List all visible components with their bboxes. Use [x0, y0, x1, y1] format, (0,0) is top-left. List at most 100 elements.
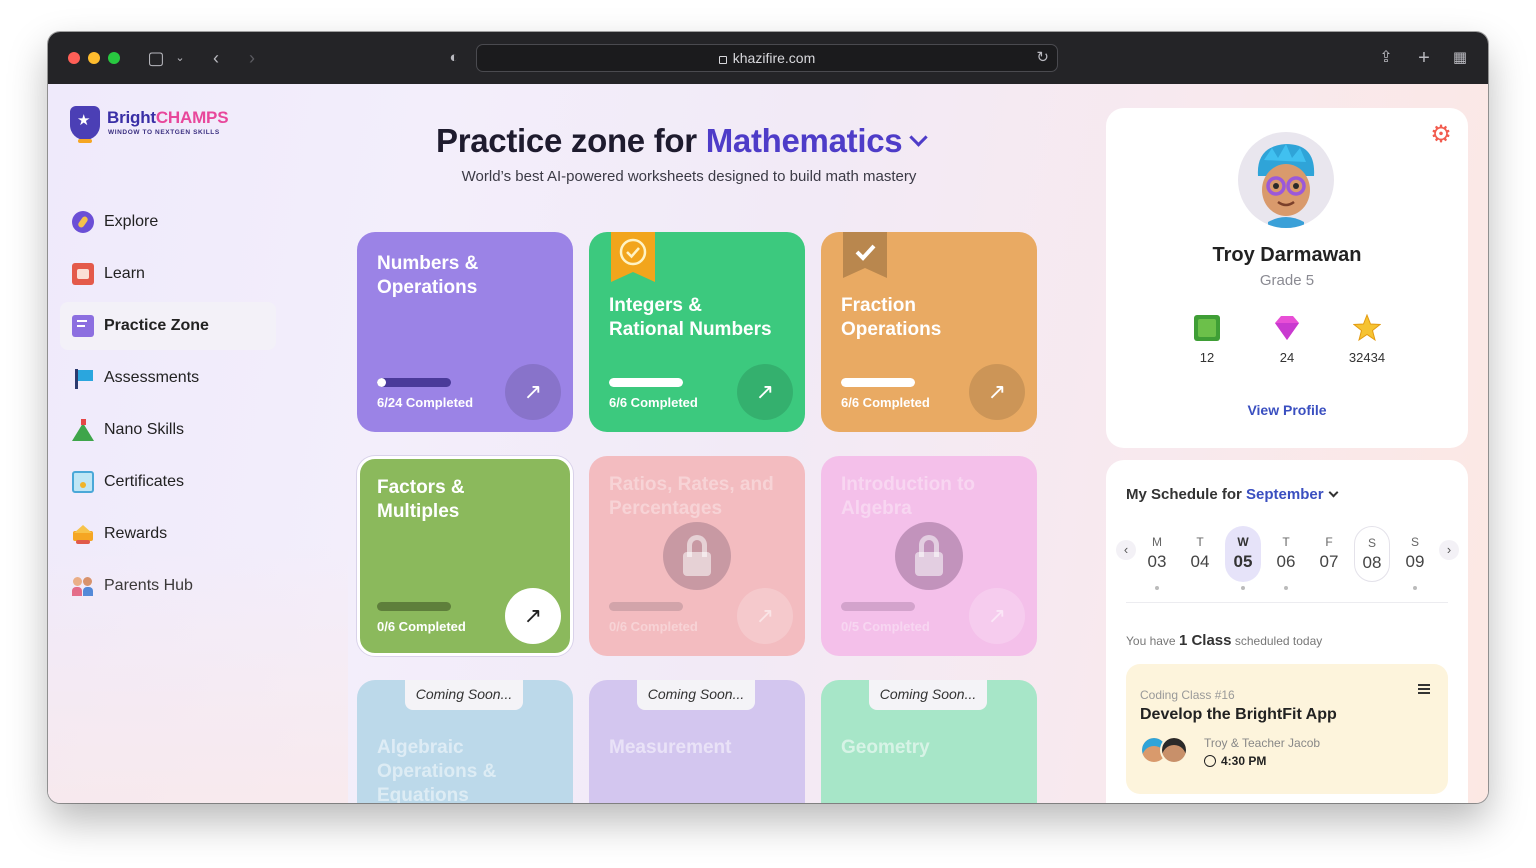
topic-card-geometry: Coming Soon... Geometry — [821, 680, 1037, 803]
progress-fill — [377, 378, 386, 387]
address-bar[interactable]: khazifire.com ↻ — [476, 44, 1058, 72]
sidebar-item-certificates[interactable]: Certificates — [60, 458, 276, 506]
day-friday[interactable]: F 07 — [1311, 526, 1347, 582]
day-number: 07 — [1319, 552, 1339, 571]
logo-name-part1: Bright — [107, 108, 156, 127]
open-topic-button[interactable]: ↗ — [969, 364, 1025, 420]
progress-text: 0/6 Completed — [377, 619, 466, 634]
sidebar-item-nano-skills[interactable]: Nano Skills — [60, 406, 276, 454]
close-window-button[interactable] — [68, 52, 80, 64]
share-icon[interactable]: ⇪ — [1374, 46, 1398, 70]
chevron-left-icon: ‹ — [1123, 542, 1129, 557]
arrow-up-right-icon: ↗ — [987, 379, 1007, 404]
profile-grade: Grade 5 — [1259, 272, 1315, 289]
open-topic-button[interactable]: ↗ — [737, 364, 793, 420]
topic-card-title-line: Factors & — [377, 477, 465, 498]
class-card[interactable]: Coding Class #16 Develop the BrightFit A… — [1126, 664, 1448, 794]
sidebar-item-assessments[interactable]: Assessments — [60, 354, 276, 402]
topic-card-title-line: Equations — [377, 785, 469, 803]
progress-bar — [377, 378, 451, 387]
schedule-title-prefix: My Schedule for — [1126, 486, 1242, 503]
class-dot — [1284, 586, 1288, 590]
stat-value: 32434 — [1348, 350, 1386, 365]
parents-icon — [72, 575, 94, 597]
back-icon[interactable]: ‹ — [204, 46, 228, 70]
class-label: Coding Class #16 — [1140, 688, 1235, 702]
day-number: 04 — [1190, 552, 1210, 571]
prev-week-button[interactable]: ‹ — [1116, 540, 1136, 560]
day-tuesday[interactable]: T 04 — [1182, 526, 1218, 582]
sidebar-item-rewards[interactable]: Rewards — [60, 510, 276, 558]
zoom-window-button[interactable] — [108, 52, 120, 64]
open-topic-button[interactable]: ↗ — [505, 588, 561, 644]
class-time: 4:30 PM — [1204, 754, 1266, 768]
topic-card-integers-rational-numbers[interactable]: Integers & Rational Numbers 6/6 Completed… — [589, 232, 805, 432]
view-profile-link[interactable]: View Profile — [1106, 402, 1468, 418]
classes-today-note: You have 1 Class scheduled today — [1126, 632, 1322, 649]
gear-icon[interactable]: ⚙ — [1430, 123, 1452, 147]
topic-card-title-line: Algebraic — [377, 737, 464, 758]
privacy-shield-icon[interactable]: ◐ — [442, 46, 466, 70]
topic-card-title-line: Fraction — [841, 295, 916, 316]
tab-overview-icon[interactable]: ▦ — [1448, 46, 1472, 70]
day-number: 06 — [1276, 552, 1296, 571]
rewards-crown-icon — [72, 523, 94, 545]
day-wednesday-selected[interactable]: W 05 — [1225, 526, 1261, 582]
divider — [1126, 602, 1448, 603]
day-saturday-today[interactable]: S 08 — [1354, 526, 1390, 582]
practice-worksheet-icon — [72, 315, 94, 337]
page-subtitle: World’s best AI-powered worksheets desig… — [461, 168, 917, 185]
day-number: 09 — [1405, 552, 1425, 571]
sidebar-item-parents-hub[interactable]: Parents Hub — [60, 562, 276, 610]
day-monday[interactable]: M 03 — [1139, 526, 1175, 582]
topic-card-factors-multiples[interactable]: Factors & Multiples 0/6 Completed ↗ — [357, 456, 573, 656]
sidebar-item-learn[interactable]: Learn — [60, 250, 276, 298]
sidebar-item-label: Certificates — [104, 473, 185, 490]
star-icon — [1353, 314, 1381, 342]
sidebar-nav: Explore Learn Practice Zone Assessments … — [60, 198, 276, 614]
browser-toolbar: ▢ ⌄ ‹ › ◐ khazifire.com ↻ ⇪ + ▦ — [48, 32, 1488, 84]
sidebar-item-explore[interactable]: Explore — [60, 198, 276, 246]
learn-book-icon — [72, 263, 94, 285]
day-number: 08 — [1362, 553, 1382, 572]
chevron-down-icon[interactable]: ⌄ — [168, 46, 192, 70]
sidebar-toggle-icon[interactable]: ▢ — [144, 46, 168, 70]
day-sunday[interactable]: S 09 — [1397, 526, 1433, 582]
reload-icon[interactable]: ↻ — [1036, 45, 1049, 71]
topic-card-fraction-operations[interactable]: Fraction Operations 6/6 Completed ↗ — [821, 232, 1037, 432]
sidebar-item-practice-zone[interactable]: Practice Zone — [60, 302, 276, 350]
topic-card-title: Factors & Multiples — [377, 476, 465, 524]
progress-text: 0/5 Completed — [841, 619, 930, 634]
achievement-badge-icon — [611, 232, 655, 282]
schedule-card: My Schedule for September ‹ M 03 T 04 W 05 … — [1106, 460, 1468, 803]
topic-card-title-line: Percentages — [609, 498, 723, 519]
arrow-up-right-icon: ↗ — [987, 603, 1007, 628]
minimize-window-button[interactable] — [88, 52, 100, 64]
new-tab-icon[interactable]: + — [1412, 46, 1436, 70]
stat-value: 24 — [1279, 350, 1295, 365]
nano-skills-mountain-icon — [72, 419, 94, 441]
day-letter: S — [1367, 536, 1376, 550]
next-week-button[interactable]: › — [1439, 540, 1459, 560]
schedule-title[interactable]: My Schedule for September — [1126, 486, 1339, 503]
subject-label: Mathematics — [705, 122, 903, 159]
sidebar-item-label: Learn — [104, 265, 145, 282]
forward-icon[interactable]: › — [240, 46, 264, 70]
topic-card-title-line: Integers & — [609, 295, 702, 316]
day-number: 03 — [1147, 552, 1167, 571]
subject-selector[interactable]: Mathematics — [705, 122, 929, 159]
open-topic-button-disabled: ↗ — [969, 588, 1025, 644]
brightchamps-logo[interactable]: BrightCHAMPS WINDOW TO NEXTGEN SKILLS — [70, 106, 250, 146]
avatar — [1238, 132, 1334, 228]
class-title: Develop the BrightFit App — [1140, 706, 1337, 723]
menu-icon[interactable] — [1418, 684, 1430, 694]
progress-text: 6/24 Completed — [377, 395, 474, 410]
day-letter: S — [1410, 535, 1419, 549]
topic-card-numbers-operations[interactable]: Numbers & Operations 6/24 Completed ↗ — [357, 232, 573, 432]
class-dot — [1155, 586, 1159, 590]
day-thursday[interactable]: T 06 — [1268, 526, 1304, 582]
teacher-avatar — [1160, 736, 1188, 764]
topic-card-title: Geometry — [841, 737, 930, 758]
open-topic-button[interactable]: ↗ — [505, 364, 561, 420]
chevron-right-icon: › — [1446, 542, 1452, 557]
